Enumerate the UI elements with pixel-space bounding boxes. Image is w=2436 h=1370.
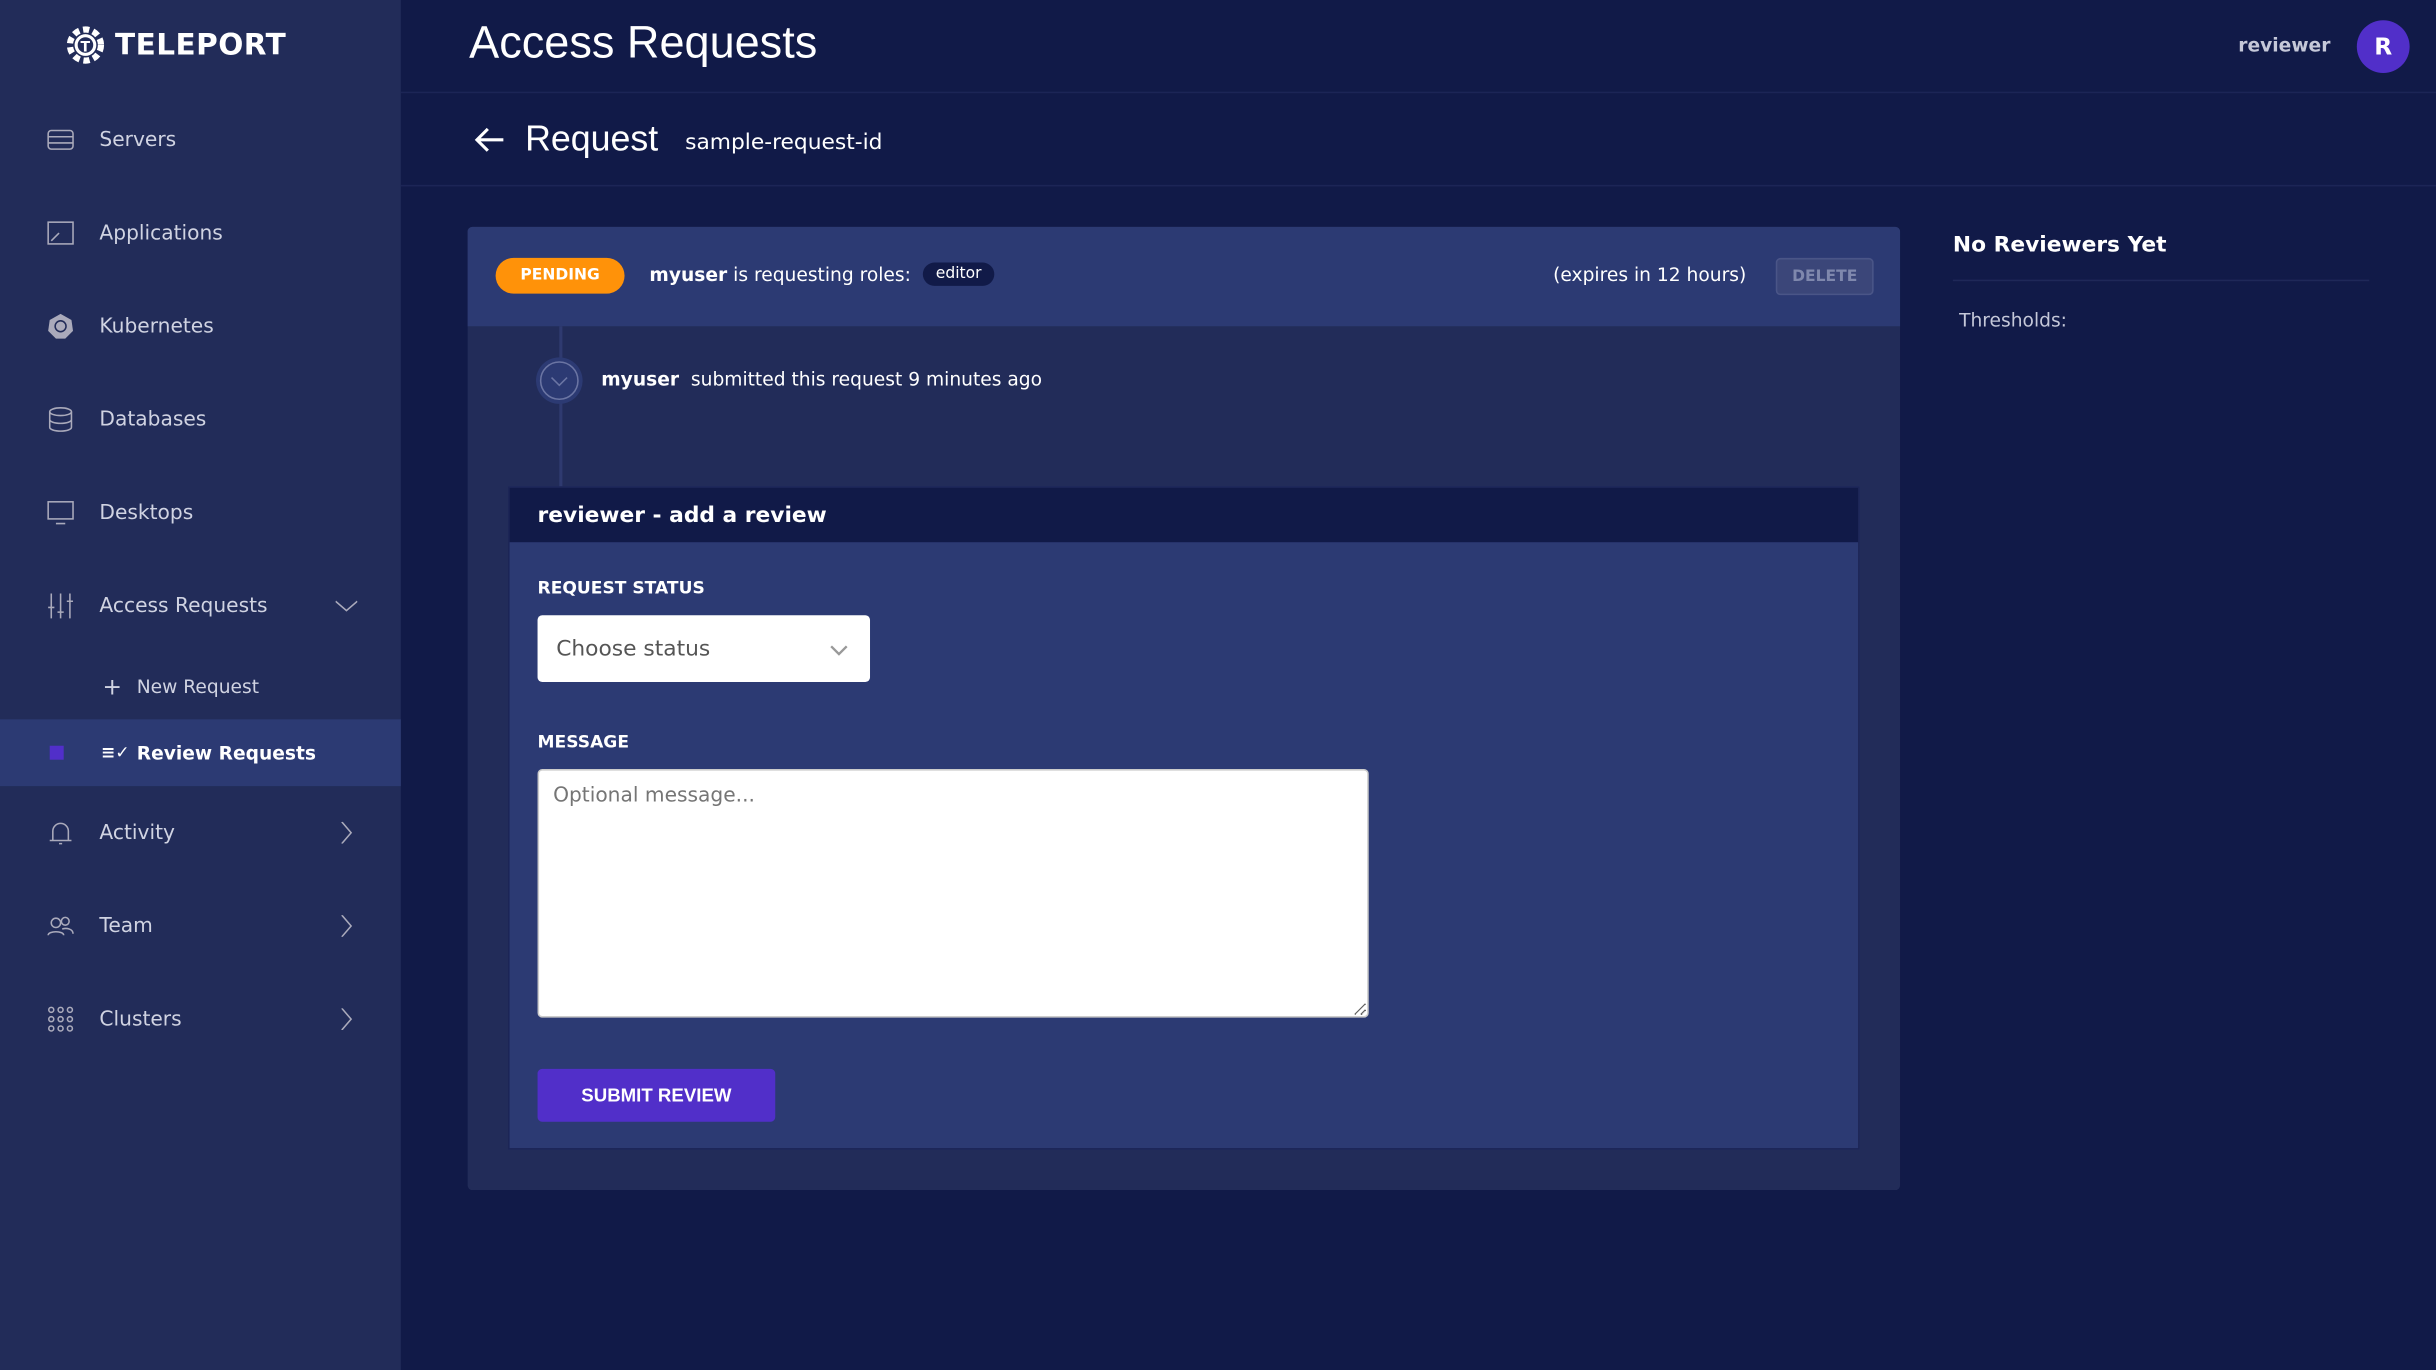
svg-text:T: T bbox=[80, 39, 90, 55]
status-select[interactable]: Choose status bbox=[537, 615, 871, 683]
sidebar-item-label: Review Requests bbox=[136, 741, 316, 764]
reviewers-title: No Reviewers Yet bbox=[1952, 227, 2370, 282]
desktop-icon bbox=[47, 501, 74, 525]
sidebar-item-label: Activity bbox=[99, 821, 175, 845]
sidebar-item-servers[interactable]: Servers bbox=[0, 109, 401, 171]
expiry-text: (expires in 12 hours) bbox=[1553, 264, 1747, 286]
status-badge: PENDING bbox=[495, 257, 625, 294]
users-icon bbox=[47, 916, 74, 936]
sidebar-subitem-new-request[interactable]: + New Request bbox=[0, 653, 401, 720]
sidebar-item-clusters[interactable]: Clusters bbox=[0, 988, 401, 1050]
submit-review-button[interactable]: SUBMIT REVIEW bbox=[537, 1068, 776, 1122]
back-arrow-icon[interactable] bbox=[474, 124, 505, 155]
sidebar-item-activity[interactable]: Activity bbox=[0, 802, 401, 864]
timeline-line bbox=[559, 326, 563, 488]
plus-icon: + bbox=[102, 671, 123, 700]
sidebar-item-label: Clusters bbox=[99, 1007, 182, 1031]
request-status-label: REQUEST STATUS bbox=[537, 577, 705, 599]
brand-name: TELEPORT bbox=[114, 27, 287, 63]
review-form-title: reviewer - add a review bbox=[509, 487, 1859, 543]
chevron-right-icon bbox=[341, 1008, 353, 1031]
sidebar-item-label: Servers bbox=[99, 128, 177, 152]
timeline-user: myuser bbox=[601, 368, 680, 390]
request-card-header: PENDING myuser is requesting roles: edito… bbox=[467, 226, 1901, 327]
chevron-down-icon bbox=[830, 644, 848, 655]
delete-button[interactable]: DELETE bbox=[1775, 257, 1874, 296]
sidebar-item-label: Applications bbox=[99, 221, 223, 245]
application-icon bbox=[47, 221, 74, 245]
review-form: reviewer - add a review REQUEST STATUS C… bbox=[508, 486, 1860, 1150]
request-card: PENDING myuser is requesting roles: edito… bbox=[467, 226, 1901, 1191]
sidebar-item-databases[interactable]: Databases bbox=[0, 388, 401, 450]
message-label: MESSAGE bbox=[537, 731, 630, 752]
sidebar-subitem-review-requests[interactable]: ≡✓ Review Requests bbox=[0, 719, 401, 787]
list-check-icon: ≡✓ bbox=[100, 742, 130, 763]
sidebar-item-label: Desktops bbox=[99, 501, 194, 525]
avatar[interactable]: R bbox=[2356, 20, 2410, 74]
sidebar-item-access-requests[interactable]: Access Requests bbox=[0, 575, 401, 637]
request-id: sample-request-id bbox=[685, 130, 883, 156]
sidebar-item-label: Team bbox=[99, 914, 153, 938]
sidebar-item-kubernetes[interactable]: Kubernetes bbox=[0, 295, 401, 357]
request-summary: myuser is requesting roles: editor bbox=[649, 262, 994, 286]
chevron-right-icon bbox=[341, 915, 353, 937]
timeline-text: submitted this request 9 minutes ago bbox=[690, 368, 1043, 390]
teleport-gear-icon: T bbox=[66, 26, 105, 64]
requesting-text: is requesting roles: bbox=[733, 263, 911, 286]
page-title: Access Requests bbox=[469, 18, 818, 69]
chevron-right-icon bbox=[341, 821, 353, 844]
server-icon bbox=[47, 129, 74, 150]
requester-name: myuser bbox=[649, 263, 728, 286]
timeline-entry: myuser submitted this request 9 minutes … bbox=[601, 368, 1042, 390]
sidebar-item-team[interactable]: Team bbox=[0, 895, 401, 957]
sidebar-item-label: Databases bbox=[99, 407, 207, 432]
sliders-icon bbox=[48, 593, 74, 619]
active-indicator bbox=[49, 745, 64, 760]
bell-icon bbox=[49, 822, 72, 845]
sidebar-item-label: Access Requests bbox=[99, 594, 268, 618]
request-heading: Request bbox=[525, 118, 659, 159]
username[interactable]: reviewer bbox=[2238, 34, 2330, 56]
thresholds-label: Thresholds: bbox=[1959, 309, 2067, 331]
role-badge: editor bbox=[923, 262, 994, 286]
sidebar: T TELEPORT Servers Applications Kubernet… bbox=[0, 0, 401, 1370]
chevron-down-icon bbox=[335, 600, 358, 612]
reviewers-panel: No Reviewers Yet Thresholds: bbox=[1952, 227, 2370, 331]
kubernetes-icon bbox=[48, 313, 74, 339]
database-icon bbox=[48, 407, 73, 432]
grid-icon bbox=[48, 1006, 74, 1032]
timeline-chevron-icon bbox=[535, 357, 583, 404]
sidebar-item-label: Kubernetes bbox=[99, 314, 214, 338]
message-textarea[interactable] bbox=[537, 769, 1369, 1018]
sidebar-item-label: New Request bbox=[136, 675, 260, 697]
status-select-value: Choose status bbox=[556, 636, 711, 662]
teleport-logo[interactable]: T TELEPORT bbox=[65, 25, 286, 65]
sidebar-item-applications[interactable]: Applications bbox=[0, 202, 401, 264]
sidebar-item-desktops[interactable]: Desktops bbox=[0, 482, 401, 544]
